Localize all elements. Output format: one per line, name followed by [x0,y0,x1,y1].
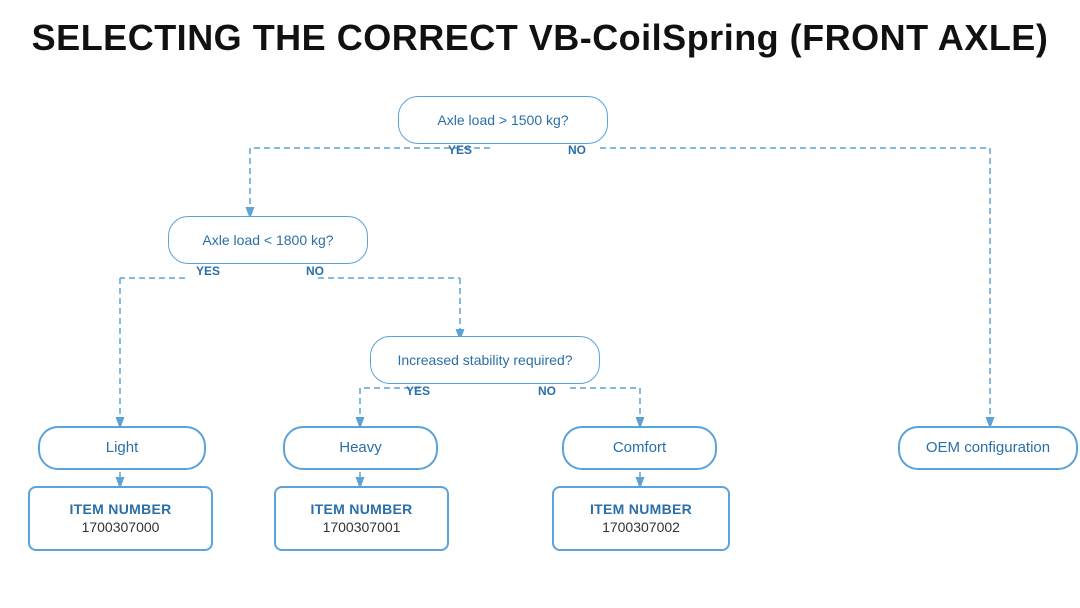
page-title: SELECTING THE CORRECT VB-CoilSpring (FRO… [0,0,1080,68]
q2-no-label: NO [306,264,324,278]
q3-yes-label: YES [406,384,430,398]
item-number-2: ITEM NUMBER 1700307002 [552,486,730,551]
question-1: Axle load > 1500 kg? [398,96,608,144]
q1-no-label: NO [568,143,586,157]
result-heavy: Heavy [283,426,438,470]
question-3: Increased stability required? [370,336,600,384]
diagram-area: Axle load > 1500 kg? YES NO Axle load < … [0,68,1080,558]
item-number-1: ITEM NUMBER 1700307001 [274,486,449,551]
result-light: Light [38,426,206,470]
q2-yes-label: YES [196,264,220,278]
q3-no-label: NO [538,384,556,398]
q1-yes-label: YES [448,143,472,157]
item-number-0: ITEM NUMBER 1700307000 [28,486,213,551]
result-comfort: Comfort [562,426,717,470]
result-oem: OEM configuration [898,426,1078,470]
question-2: Axle load < 1800 kg? [168,216,368,264]
